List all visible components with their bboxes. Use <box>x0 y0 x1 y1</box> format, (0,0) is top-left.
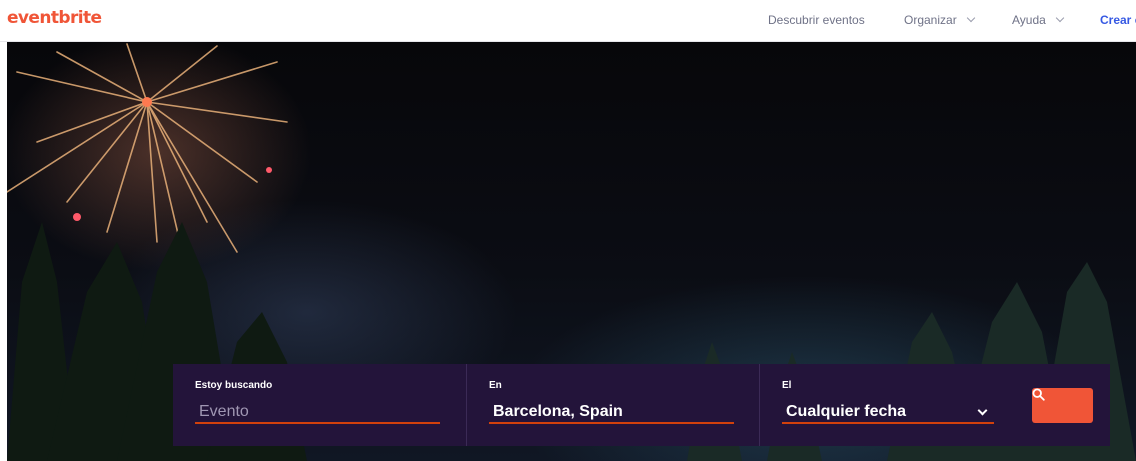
search-date-value: Cualquier fecha <box>786 403 907 420</box>
search-what-input[interactable]: Evento <box>195 400 440 424</box>
search-where-label: En <box>489 380 502 391</box>
search-date-select[interactable]: Cualquier fecha <box>782 400 994 424</box>
search-when-field[interactable]: El Cualquier fecha <box>759 364 1013 446</box>
search-what-label: Estoy buscando <box>195 380 273 391</box>
chevron-down-icon <box>1055 13 1065 23</box>
search-location-input[interactable]: Barcelona, Spain <box>489 400 734 424</box>
nav-create-label: Crear e <box>1100 13 1136 27</box>
search-button[interactable] <box>1032 388 1093 423</box>
search-where-field[interactable]: En Barcelona, Spain <box>466 364 759 446</box>
top-navbar: eventbrite Descubrir eventos Organizar A… <box>0 0 1136 42</box>
nav-discover-label: Descubrir eventos <box>768 13 865 27</box>
nav-help-label: Ayuda <box>1012 13 1046 27</box>
chevron-down-icon <box>977 405 988 416</box>
search-when-label: El <box>782 380 792 391</box>
event-search-panel: Estoy buscando Evento En Barcelona, Spai… <box>173 364 1110 446</box>
eventbrite-logo[interactable]: eventbrite <box>7 8 102 28</box>
search-icon <box>1032 388 1045 401</box>
nav-create-event[interactable]: Crear e <box>1100 13 1136 27</box>
nav-help-menu[interactable]: Ayuda <box>1012 13 1065 27</box>
nav-organize-label: Organizar <box>904 13 957 27</box>
nav-discover-events[interactable]: Descubrir eventos <box>768 13 865 27</box>
search-what-field[interactable]: Estoy buscando Evento <box>173 364 466 446</box>
nav-organize-menu[interactable]: Organizar <box>904 13 975 27</box>
chevron-down-icon <box>966 13 975 23</box>
hero-banner: Estoy buscando Evento En Barcelona, Spai… <box>7 42 1136 461</box>
